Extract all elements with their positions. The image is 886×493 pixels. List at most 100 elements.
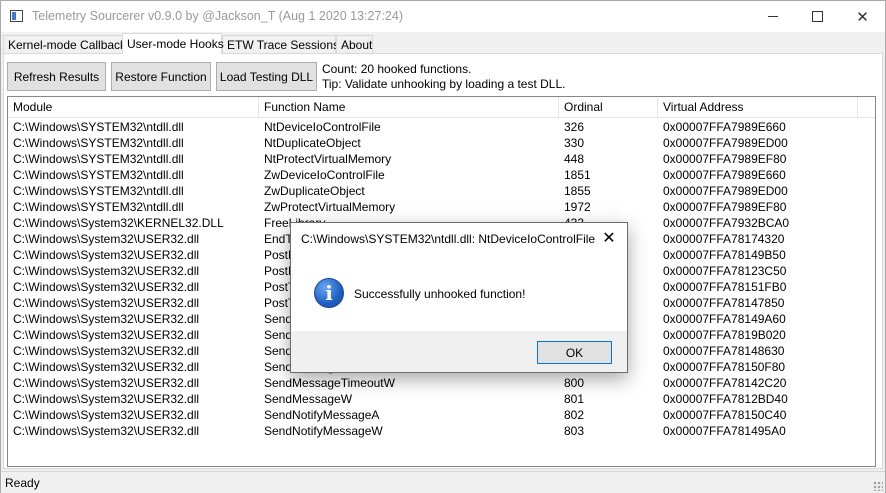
cell-function-name: ZwDuplicateObject [264, 184, 365, 198]
dialog-title: C:\Windows\SYSTEM32\ntdll.dll: NtDeviceI… [301, 232, 596, 246]
message-box: C:\Windows\SYSTEM32\ntdll.dll: NtDeviceI… [290, 222, 628, 373]
cell-module: C:\Windows\System32\USER32.dll [13, 376, 200, 390]
cell-module: C:\Windows\System32\USER32.dll [13, 408, 200, 422]
table-row[interactable]: C:\Windows\SYSTEM32\ntdll.dll NtProtectVi… [8, 151, 875, 167]
tab-user-mode-hooks[interactable]: User-mode Hooks [122, 33, 224, 54]
hook-count-text: Count: 20 hooked functions. [322, 62, 472, 76]
minimize-icon [767, 16, 778, 17]
cell-function-name: ZwDeviceIoControlFile [264, 168, 385, 182]
cell-ordinal: 1855 [564, 184, 591, 198]
main-window: Telemetry Sourcerer v0.9.0 by @Jackson_T… [0, 0, 886, 493]
cell-function-name: SendMessageW [264, 392, 353, 406]
minimize-button[interactable] [750, 1, 795, 32]
cell-module: C:\Windows\System32\USER32.dll [13, 280, 200, 294]
cell-ordinal: 1851 [564, 168, 591, 182]
cell-module: C:\Windows\System32\KERNEL32.DLL [13, 216, 224, 230]
cell-virtual-address: 0x00007FFA78174320 [663, 232, 785, 246]
cell-virtual-address: 0x00007FFA7989ED00 [663, 136, 788, 150]
close-icon: ✕ [602, 230, 616, 247]
cell-ordinal: 1972 [564, 200, 591, 214]
cell-virtual-address: 0x00007FFA7989EF80 [663, 152, 787, 166]
cell-virtual-address: 0x00007FFA7812BD40 [663, 392, 788, 406]
cell-virtual-address: 0x00007FFA78151FB0 [663, 280, 787, 294]
status-bar: Ready [1, 471, 885, 493]
cell-function-name: SendNotifyMessageW [264, 424, 383, 438]
cell-function-name: SendNotifyMessageA [264, 408, 380, 422]
cell-module: C:\Windows\System32\USER32.dll [13, 360, 200, 374]
table-row[interactable]: C:\Windows\System32\USER32.dll SendMessag… [8, 391, 875, 407]
load-testing-dll-button[interactable]: Load Testing DLL [216, 62, 317, 91]
cell-virtual-address: 0x00007FFA78147850 [663, 296, 785, 310]
cell-module: C:\Windows\System32\USER32.dll [13, 312, 200, 326]
cell-ordinal: 326 [564, 120, 585, 134]
cell-virtual-address: 0x00007FFA78149B50 [663, 248, 786, 262]
tab-about[interactable]: About [336, 35, 373, 53]
cell-virtual-address: 0x00007FFA781495A0 [663, 424, 786, 438]
cell-module: C:\Windows\System32\USER32.dll [13, 248, 200, 262]
cell-module: C:\Windows\SYSTEM32\ntdll.dll [13, 200, 184, 214]
cell-ordinal: 448 [564, 152, 585, 166]
cell-module: C:\Windows\SYSTEM32\ntdll.dll [13, 152, 184, 166]
cell-module: C:\Windows\System32\USER32.dll [13, 392, 200, 406]
maximize-button[interactable] [795, 1, 840, 32]
cell-virtual-address: 0x00007FFA78149A60 [663, 312, 786, 326]
cell-function-name: NtProtectVirtualMemory [264, 152, 392, 166]
table-row[interactable]: C:\Windows\SYSTEM32\ntdll.dll ZwDeviceIoC… [8, 167, 875, 183]
cell-module: C:\Windows\SYSTEM32\ntdll.dll [13, 184, 184, 198]
cell-virtual-address: 0x00007FFA7989E660 [663, 168, 786, 182]
app-icon [10, 10, 23, 22]
list-header: Module Function Name Ordinal Virtual Add… [8, 97, 875, 118]
cell-virtual-address: 0x00007FFA78150F80 [663, 360, 786, 374]
cell-virtual-address: 0x00007FFA7989EF80 [663, 200, 787, 214]
cell-module: C:\Windows\System32\USER32.dll [13, 328, 200, 342]
table-row[interactable]: C:\Windows\SYSTEM32\ntdll.dll NtDuplicate… [8, 135, 875, 151]
cell-module: C:\Windows\SYSTEM32\ntdll.dll [13, 120, 184, 134]
tab-kernel-mode-callbacks[interactable]: Kernel-mode Callbacks [3, 35, 132, 53]
dialog-close-button[interactable]: ✕ [591, 223, 627, 253]
cell-virtual-address: 0x00007FFA7989E660 [663, 120, 786, 134]
cell-function-name: NtDuplicateObject [264, 136, 361, 150]
tip-text: Tip: Validate unhooking by loading a tes… [322, 77, 566, 91]
cell-ordinal: 803 [564, 424, 585, 438]
table-row[interactable]: C:\Windows\System32\USER32.dll SendNotify… [8, 423, 875, 439]
column-header-module[interactable]: Module [8, 97, 259, 117]
cell-ordinal: 800 [564, 376, 585, 390]
cell-virtual-address: 0x00007FFA7989ED00 [663, 184, 788, 198]
cell-virtual-address: 0x00007FFA78150C40 [663, 408, 787, 422]
column-header-virtual-address[interactable]: Virtual Address [658, 97, 858, 117]
cell-virtual-address: 0x00007FFA78148630 [663, 344, 785, 358]
cell-virtual-address: 0x00007FFA7819B020 [663, 328, 786, 342]
cell-module: C:\Windows\System32\USER32.dll [13, 296, 200, 310]
table-row[interactable]: C:\Windows\SYSTEM32\ntdll.dll ZwProtectVi… [8, 199, 875, 215]
table-row[interactable]: C:\Windows\System32\USER32.dll SendMessag… [8, 375, 875, 391]
tab-etw-trace-sessions[interactable]: ETW Trace Sessions [222, 35, 339, 53]
cell-module: C:\Windows\SYSTEM32\ntdll.dll [13, 136, 184, 150]
title-bar[interactable]: Telemetry Sourcerer v0.9.0 by @Jackson_T… [1, 1, 885, 32]
cell-module: C:\Windows\System32\USER32.dll [13, 232, 200, 246]
info-icon: i [314, 278, 344, 308]
maximize-icon [812, 11, 823, 22]
dialog-footer: OK [291, 331, 627, 372]
window-title: Telemetry Sourcerer v0.9.0 by @Jackson_T… [32, 9, 403, 23]
close-button[interactable]: ✕ [840, 1, 885, 32]
status-text: Ready [5, 476, 40, 490]
table-row[interactable]: C:\Windows\System32\USER32.dll SendNotify… [8, 407, 875, 423]
resize-grip-icon[interactable] [873, 481, 883, 491]
table-row[interactable]: C:\Windows\SYSTEM32\ntdll.dll NtDeviceIoC… [8, 119, 875, 135]
cell-ordinal: 802 [564, 408, 585, 422]
cell-module: C:\Windows\System32\USER32.dll [13, 424, 200, 438]
ok-button[interactable]: OK [537, 341, 612, 364]
cell-ordinal: 330 [564, 136, 585, 150]
cell-virtual-address: 0x00007FFA78142C20 [663, 376, 787, 390]
column-header-ordinal[interactable]: Ordinal [559, 97, 658, 117]
cell-function-name: NtDeviceIoControlFile [264, 120, 381, 134]
dialog-message: Successfully unhooked function! [354, 287, 526, 301]
cell-module: C:\Windows\System32\USER32.dll [13, 344, 200, 358]
cell-module: C:\Windows\SYSTEM32\ntdll.dll [13, 168, 184, 182]
close-icon: ✕ [856, 8, 869, 26]
table-row[interactable]: C:\Windows\SYSTEM32\ntdll.dll ZwDuplicate… [8, 183, 875, 199]
restore-function-button[interactable]: Restore Function [111, 62, 211, 91]
cell-function-name: ZwProtectVirtualMemory [264, 200, 396, 214]
refresh-results-button[interactable]: Refresh Results [7, 62, 106, 91]
column-header-function-name[interactable]: Function Name [259, 97, 559, 117]
